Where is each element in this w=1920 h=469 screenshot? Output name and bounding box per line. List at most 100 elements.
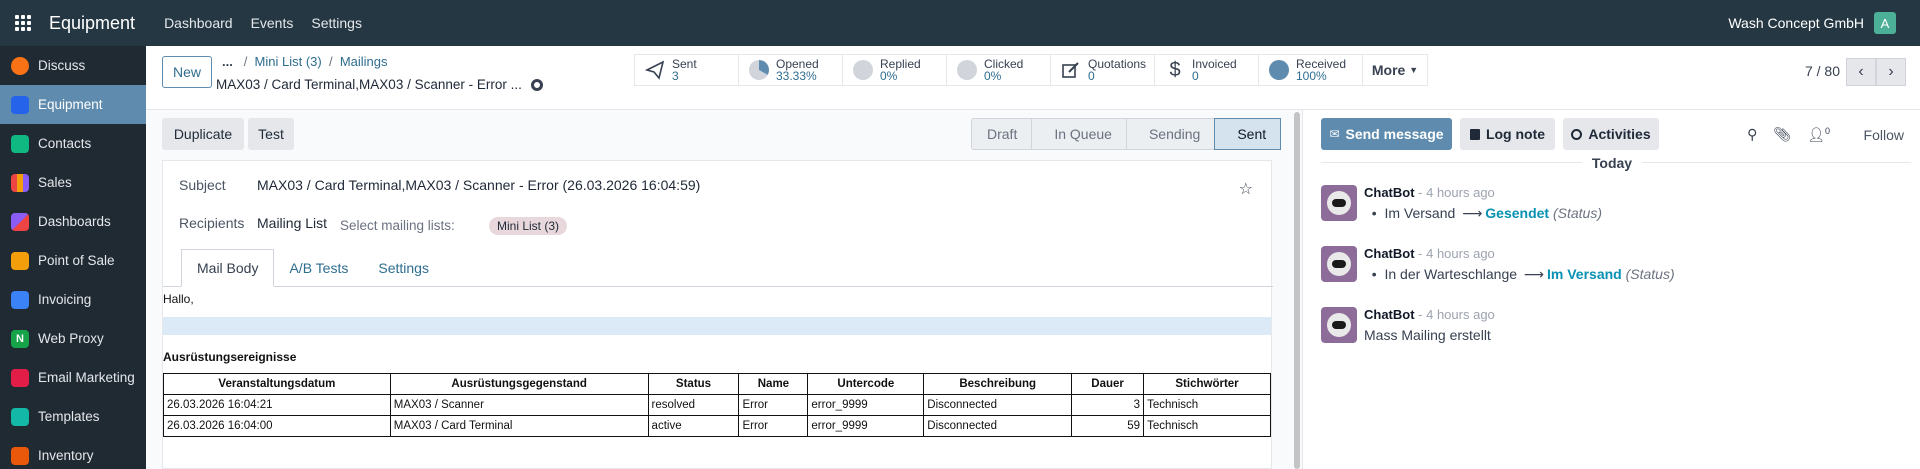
table-cell: Error (738, 394, 809, 416)
equipment-events-table: Veranstaltungsdatum Ausrüstungsgegenstan… (163, 373, 1271, 437)
body-heading: Ausrüstungsereignisse (163, 350, 297, 364)
pie-icon (957, 60, 977, 80)
table-header-row: Veranstaltungsdatum Ausrüstungsgegenstan… (163, 373, 1271, 395)
followers-button[interactable]: 👤︎0 (1807, 126, 1830, 144)
follow-button[interactable]: Follow (1864, 127, 1904, 143)
recipients-field[interactable]: Mailing List (257, 215, 327, 231)
duplicate-button[interactable]: Duplicate (162, 118, 244, 150)
stat-sent[interactable]: Sent 3 (634, 54, 739, 86)
message-author[interactable]: ChatBot (1364, 307, 1415, 322)
table-cell: Technisch (1143, 394, 1271, 416)
arrow-right-icon: ⟶ (1523, 266, 1544, 282)
templates-icon (11, 407, 29, 426)
dollar-icon: $ (1169, 59, 1181, 81)
breadcrumb-mailings[interactable]: Mailings (340, 54, 388, 69)
nav-events[interactable]: Events (242, 15, 303, 31)
select-lists-label: Select mailing lists: (340, 218, 455, 233)
chatter-message: ChatBot - 4 hours ago • In der Warteschl… (1321, 246, 1901, 292)
table-cell: MAX03 / Card Terminal (389, 415, 649, 437)
table-cell: 26.03.2026 16:04:21 (163, 394, 391, 416)
nav-settings[interactable]: Settings (302, 15, 371, 31)
sidebar-item-discuss[interactable]: Discuss (0, 46, 146, 85)
tracking-value: • In der Warteschlange ⟶ Im Versand (Stat… (1364, 266, 1675, 282)
status-draft[interactable]: Draft (971, 118, 1033, 150)
new-button[interactable]: New (162, 56, 212, 88)
caret-down-icon: ▼ (1409, 65, 1419, 75)
app-name[interactable]: Equipment (49, 13, 135, 34)
tab-mail-body[interactable]: Mail Body (181, 249, 275, 287)
chatbot-avatar (1321, 307, 1357, 343)
gear-icon[interactable] (530, 78, 543, 91)
stat-invoiced[interactable]: $ Invoiced 0 (1154, 54, 1259, 86)
stat-clicked[interactable]: Clicked 0% (946, 54, 1051, 86)
message-time: - 4 hours ago (1418, 307, 1495, 322)
chevron-left-icon: ‹ (1858, 63, 1864, 80)
send-message-button[interactable]: ✉ Send message (1321, 118, 1452, 150)
equipment-icon (11, 95, 29, 114)
sidebar: Discuss Equipment Contacts Sales Dashboa… (0, 46, 146, 469)
activities-button[interactable]: Activities (1563, 118, 1659, 150)
more-button[interactable]: More ▼ (1362, 54, 1428, 86)
pager-previous-button[interactable]: ‹ (1846, 58, 1876, 86)
breadcrumb-more[interactable]: ... (222, 54, 233, 69)
stat-quotations[interactable]: Quotations 0 (1050, 54, 1155, 86)
table-cell: error_9999 (807, 415, 925, 437)
status-sending[interactable]: Sending (1125, 118, 1216, 150)
stat-received[interactable]: Received 100% (1258, 54, 1363, 86)
sidebar-item-point-of-sale[interactable]: Point of Sale (0, 241, 146, 280)
message-author[interactable]: ChatBot (1364, 246, 1415, 261)
apps-menu-icon[interactable] (0, 0, 46, 46)
sidebar-item-inventory[interactable]: Inventory (0, 436, 146, 469)
tab-ab-tests[interactable]: A/B Tests (274, 249, 363, 287)
breadcrumb-mini-list[interactable]: Mini List (3) (255, 54, 322, 69)
pie-icon (1269, 60, 1289, 80)
company-switcher[interactable]: Wash Concept GmbH (1728, 15, 1864, 31)
table-cell: error_9999 (807, 394, 925, 416)
user-avatar[interactable]: A (1874, 12, 1896, 34)
stat-buttons: Sent 3 Opened 33.33% Replied 0% Clicked 0% Q… (634, 54, 1428, 86)
mailing-list-tag[interactable]: Mini List (3) (489, 217, 568, 235)
table-cell: resolved (647, 394, 740, 416)
sidebar-item-sales[interactable]: Sales (0, 163, 146, 202)
column-header: Ausrüstungsgegenstand (389, 373, 649, 395)
table-cell: Disconnected (923, 415, 1073, 437)
date-label: Today (1303, 155, 1920, 171)
pager-value[interactable]: 7 / 80 (1805, 63, 1840, 79)
subject-label: Subject (179, 177, 226, 193)
sales-icon (11, 173, 29, 192)
top-navbar: Equipment Dashboard Events Settings Wash… (0, 0, 1920, 46)
sidebar-item-equipment[interactable]: Equipment (0, 85, 146, 124)
sidebar-item-contacts[interactable]: Contacts (0, 124, 146, 163)
bullet: • (1364, 266, 1385, 282)
nav-dashboard[interactable]: Dashboard (155, 15, 242, 31)
status-sent[interactable]: Sent (1214, 118, 1282, 150)
sidebar-item-invoicing[interactable]: Invoicing (0, 280, 146, 319)
star-icon[interactable]: ☆ (1239, 179, 1253, 199)
table-row: 26.03.2026 16:04:00 MAX03 / Card Termina… (163, 415, 1271, 437)
pie-icon (749, 60, 769, 80)
log-note-button[interactable]: Log note (1460, 118, 1555, 150)
test-button[interactable]: Test (248, 118, 294, 150)
paperclip-icon[interactable]: 📎︎ (1773, 126, 1791, 144)
pager-next-button[interactable]: › (1876, 58, 1906, 86)
search-icon[interactable]: ⚲ (1747, 126, 1757, 144)
sidebar-item-templates[interactable]: Templates (0, 397, 146, 436)
status-in-queue[interactable]: In Queue (1031, 118, 1127, 150)
stat-replied[interactable]: Replied 0% (842, 54, 947, 86)
message-time: - 4 hours ago (1418, 246, 1495, 261)
sidebar-item-dashboards[interactable]: Dashboards (0, 202, 146, 241)
subject-field[interactable]: MAX03 / Card Terminal,MAX03 / Scanner - … (257, 177, 700, 193)
stat-opened[interactable]: Opened 33.33% (738, 54, 843, 86)
tracking-value: • Im Versand ⟶ Gesendet (Status) (1364, 205, 1602, 221)
table-cell: Error (738, 415, 809, 437)
sidebar-item-web-proxy[interactable]: N Web Proxy (0, 319, 146, 358)
table-cell: Disconnected (923, 394, 1073, 416)
contacts-icon (11, 134, 29, 153)
sidebar-item-email-marketing[interactable]: Email Marketing (0, 358, 146, 397)
table-cell: MAX03 / Scanner (389, 394, 649, 416)
form-scrollbar[interactable] (1294, 112, 1300, 469)
message-author[interactable]: ChatBot (1364, 185, 1415, 200)
web-proxy-icon: N (11, 329, 29, 348)
tab-settings[interactable]: Settings (363, 249, 444, 287)
chatbot-avatar (1321, 246, 1357, 282)
